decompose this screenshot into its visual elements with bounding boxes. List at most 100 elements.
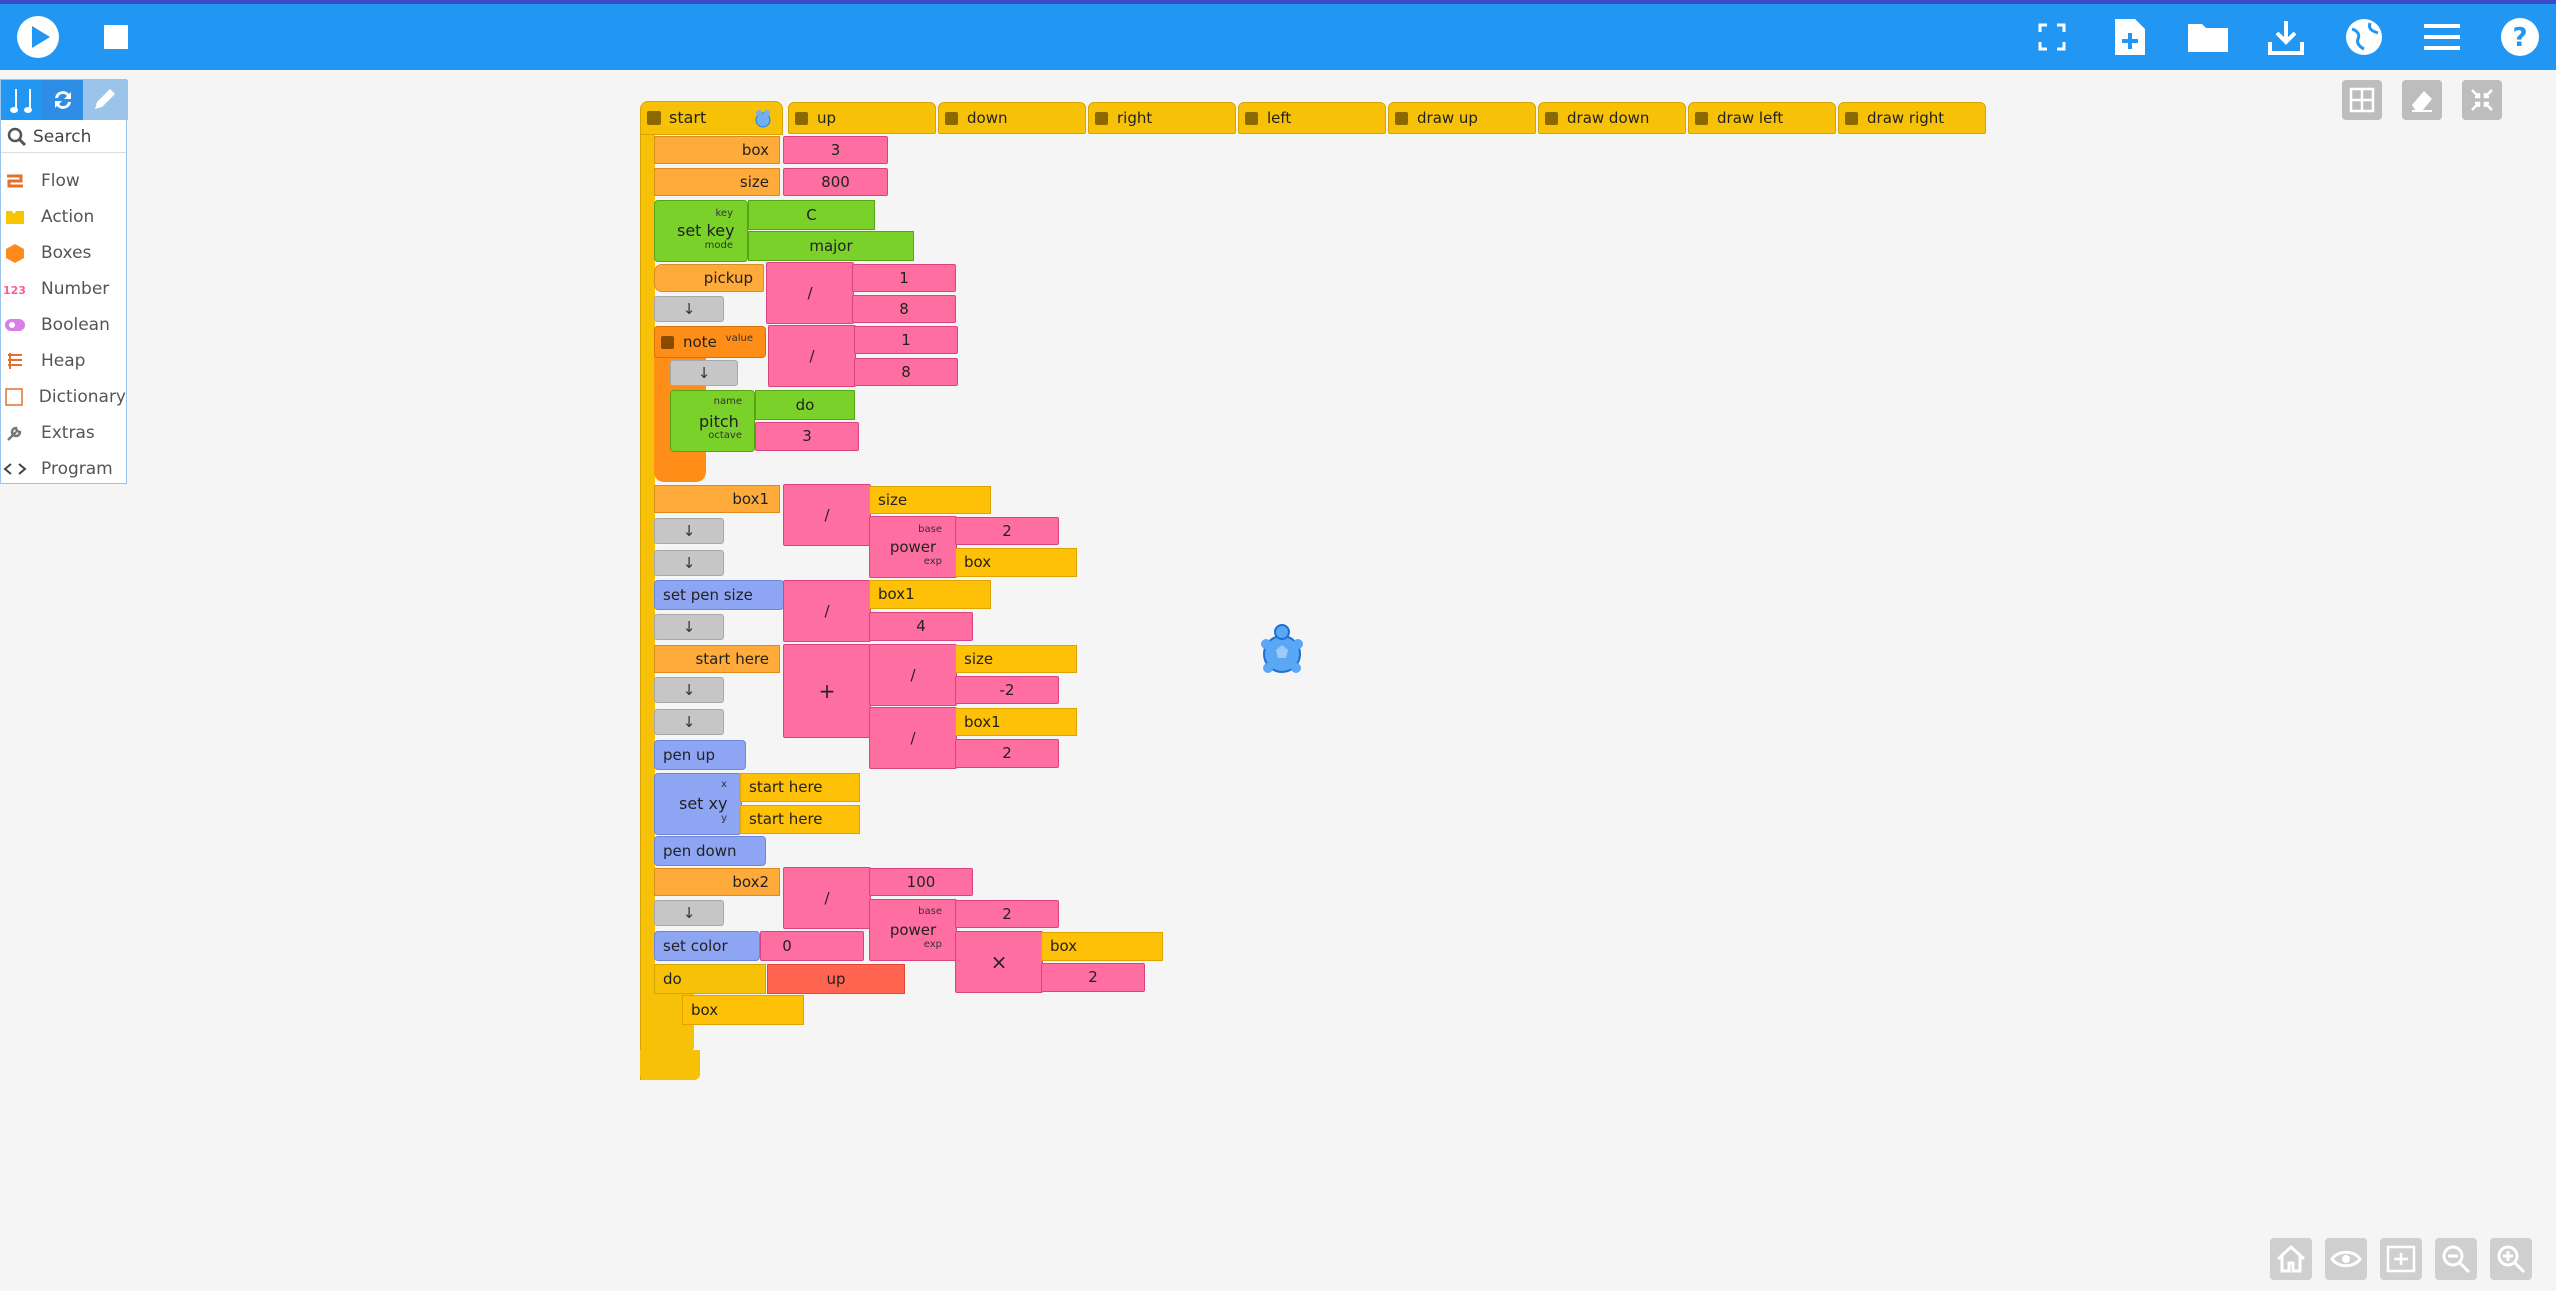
store-start-here-block[interactable]: start here: [654, 645, 780, 673]
up-action-ref[interactable]: up: [767, 964, 905, 994]
box-arg-ref[interactable]: box: [682, 995, 804, 1025]
key-value[interactable]: C: [748, 200, 875, 230]
collapse-button[interactable]: [2462, 80, 2502, 120]
color-value[interactable]: 0: [760, 931, 864, 961]
palette-item-extras[interactable]: Extras: [1, 415, 126, 451]
collapse-handle-icon[interactable]: [1845, 112, 1858, 125]
power-base-value[interactable]: 2: [955, 517, 1059, 545]
box1-half-divide[interactable]: /: [869, 707, 957, 769]
language-button[interactable]: [2334, 4, 2394, 70]
box1-ref-2[interactable]: box1: [955, 708, 1077, 736]
set-key-block[interactable]: set key key mode: [654, 200, 748, 262]
note-numerator[interactable]: 1: [854, 326, 958, 354]
pen-size-denominator[interactable]: 4: [869, 612, 973, 641]
hidden-block[interactable]: ↓: [654, 709, 724, 735]
pickup-numerator[interactable]: 1: [852, 264, 956, 292]
start-block[interactable]: start: [640, 101, 783, 135]
palette-item-dictionary[interactable]: Dictionary: [1, 379, 126, 415]
note-collapse-icon[interactable]: [661, 336, 674, 349]
box-value[interactable]: 3: [783, 136, 888, 164]
action-block-draw-left[interactable]: draw left: [1688, 102, 1836, 134]
box2-divide[interactable]: /: [783, 867, 871, 929]
set-color-block[interactable]: set color: [654, 931, 760, 961]
box-ref-2[interactable]: box: [1041, 932, 1163, 961]
power-block[interactable]: power base exp: [869, 516, 957, 578]
store-box1-block[interactable]: box1: [654, 485, 780, 513]
hidden-block[interactable]: ↓: [654, 296, 724, 322]
action-block-right[interactable]: right: [1088, 102, 1236, 134]
pitch-block[interactable]: pitch name octave: [670, 390, 755, 452]
help-button[interactable]: ?: [2490, 4, 2550, 70]
turtle-icon[interactable]: [1258, 622, 1306, 682]
tab-artwork[interactable]: [83, 80, 124, 120]
palette-item-action[interactable]: Action: [1, 199, 126, 235]
pickup-divide[interactable]: /: [766, 262, 854, 324]
collapse-handle-icon[interactable]: [647, 111, 661, 125]
size-divide[interactable]: /: [869, 644, 957, 706]
start-here-ref-x[interactable]: start here: [740, 773, 860, 802]
download-button[interactable]: [2256, 4, 2316, 70]
hidden-block[interactable]: ↓: [654, 550, 724, 576]
power-base-value-2[interactable]: 2: [955, 900, 1059, 928]
new-file-button[interactable]: [2100, 4, 2160, 70]
do-block[interactable]: do: [654, 964, 766, 994]
times-block[interactable]: ×: [955, 931, 1043, 993]
home-button[interactable]: [2270, 1238, 2312, 1280]
box1-ref[interactable]: box1: [869, 580, 991, 609]
note-divide[interactable]: /: [768, 325, 856, 387]
store-box2-block[interactable]: box2: [654, 868, 780, 896]
two-value-2[interactable]: 2: [1041, 963, 1145, 992]
set-xy-block[interactable]: set xy x y: [654, 773, 742, 835]
menu-button[interactable]: [2412, 4, 2472, 70]
collapse-handle-icon[interactable]: [1545, 112, 1558, 125]
store-size-block[interactable]: size: [654, 168, 780, 196]
pickup-block[interactable]: pickup: [654, 264, 764, 292]
palette-item-flow[interactable]: Flow: [1, 163, 126, 199]
zoom-out-button[interactable]: [2435, 1238, 2477, 1280]
collapse-handle-icon[interactable]: [1395, 112, 1408, 125]
open-folder-button[interactable]: [2178, 4, 2238, 70]
start-here-ref-y[interactable]: start here: [740, 805, 860, 834]
palette-item-boolean[interactable]: Boolean: [1, 307, 126, 343]
show-hide-blocks-button[interactable]: [2325, 1238, 2367, 1280]
pen-down-block[interactable]: pen down: [654, 836, 766, 866]
zoom-in-button[interactable]: [2490, 1238, 2532, 1280]
tab-music[interactable]: [1, 80, 42, 120]
pen-size-divide[interactable]: /: [783, 580, 871, 642]
size-ref[interactable]: size: [869, 486, 991, 514]
palette-item-heap[interactable]: Heap: [1, 343, 126, 379]
collapse-handle-icon[interactable]: [795, 112, 808, 125]
action-block-draw-down[interactable]: draw down: [1538, 102, 1686, 134]
store-box-block[interactable]: box: [654, 136, 780, 164]
plus-block[interactable]: +: [783, 644, 871, 738]
power-block-2[interactable]: power base exp: [869, 899, 957, 961]
fullscreen-button[interactable]: [2022, 4, 2082, 70]
grid-button[interactable]: [2342, 80, 2382, 120]
box1-divide[interactable]: /: [783, 484, 871, 546]
collapse-handle-icon[interactable]: [1245, 112, 1258, 125]
action-block-draw-up[interactable]: draw up: [1388, 102, 1536, 134]
note-hidden-block[interactable]: ↓: [670, 360, 738, 386]
action-block-up[interactable]: up: [788, 102, 936, 134]
action-block-draw-right[interactable]: draw right: [1838, 102, 1986, 134]
palette-item-boxes[interactable]: Boxes: [1, 235, 126, 271]
action-block-down[interactable]: down: [938, 102, 1086, 134]
tab-logic[interactable]: [42, 80, 83, 120]
neg-two-value[interactable]: -2: [955, 676, 1059, 704]
hundred-value[interactable]: 100: [869, 868, 973, 896]
collapse-handle-icon[interactable]: [945, 112, 958, 125]
pickup-denominator[interactable]: 8: [852, 295, 956, 323]
hidden-block[interactable]: ↓: [654, 677, 724, 703]
pitch-octave-value[interactable]: 3: [755, 422, 859, 451]
note-denominator[interactable]: 8: [854, 358, 958, 386]
hidden-block[interactable]: ↓: [654, 614, 724, 640]
palette-search[interactable]: Search: [1, 122, 126, 153]
pen-up-block[interactable]: pen up: [654, 740, 746, 770]
expand-blocks-button[interactable]: [2380, 1238, 2422, 1280]
note-block[interactable]: note value: [654, 326, 766, 358]
clear-button[interactable]: [2402, 80, 2442, 120]
box-ref[interactable]: box: [955, 548, 1077, 577]
collapse-handle-icon[interactable]: [1095, 112, 1108, 125]
play-button[interactable]: [8, 4, 68, 70]
stop-button[interactable]: [86, 4, 146, 70]
